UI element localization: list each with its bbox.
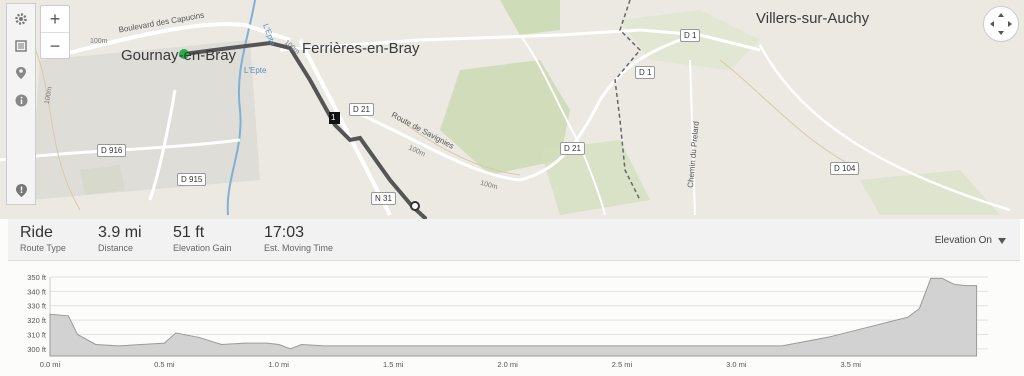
stat-distance: 3.9 mi Distance	[98, 224, 142, 254]
x-tick-label: 0.5 mi	[154, 360, 175, 369]
x-tick-label: 3.0 mi	[726, 360, 747, 369]
y-tick-label: 320 ft	[27, 316, 47, 325]
y-tick-label: 330 ft	[27, 302, 47, 311]
map-toolbar	[6, 3, 36, 205]
y-axis: 350 ft 340 ft 330 ft 320 ft 310 ft 300 ft	[27, 273, 47, 354]
x-tick-label: 2.5 mi	[612, 360, 633, 369]
x-axis: 0.0 mi 0.5 mi 1.0 mi 1.5 mi 2.0 mi 2.5 mi 3.0 …	[40, 360, 861, 369]
location-icon[interactable]	[7, 62, 35, 84]
caret-down-icon	[998, 237, 1006, 244]
route-type-label: Route Type	[20, 243, 66, 253]
x-tick-label: 2.0 mi	[497, 360, 518, 369]
distance-label: Distance	[98, 243, 134, 253]
contour-label: 100m	[90, 38, 108, 45]
info-icon[interactable]	[7, 89, 35, 111]
elevation-toggle[interactable]: Elevation On	[935, 235, 1006, 246]
road-shield: D 1	[680, 29, 701, 42]
pan-control-button[interactable]	[983, 6, 1019, 42]
road-shield: D 21	[349, 103, 374, 116]
town-label-gournay: Gournay-en-Bray	[121, 47, 237, 64]
y-tick-label: 350 ft	[27, 273, 47, 282]
stat-elevation-gain: 51 ft Elevation Gain	[173, 224, 232, 254]
x-tick-label: 1.5 mi	[383, 360, 404, 369]
distance-value: 3.9 mi	[98, 224, 142, 241]
elevation-gain-value: 51 ft	[173, 224, 205, 241]
elevation-area	[49, 277, 978, 357]
road-shield: D 916	[97, 144, 127, 157]
road-shield: N 31	[371, 192, 396, 205]
road-shield: D 21	[560, 142, 585, 155]
move-arrows-icon	[990, 13, 1012, 35]
route-type-value: Ride	[20, 224, 53, 241]
moving-time-value: 17:03	[264, 224, 305, 241]
zoom-in-button[interactable]: +	[41, 6, 69, 33]
elevation-toggle-label: Elevation On	[934, 235, 992, 246]
waypoint-marker[interactable]: 1	[331, 113, 335, 122]
stat-route-type: Ride Route Type	[20, 224, 66, 254]
town-label-villers: Villers-sur-Auchy	[756, 10, 870, 27]
elevation-gain-label: Elevation Gain	[173, 243, 232, 253]
zoom-control: + −	[40, 5, 70, 59]
road-shield: D 104	[830, 162, 860, 175]
y-tick-label: 300 ft	[27, 345, 47, 354]
stat-moving-time: 17:03 Est. Moving Time	[264, 224, 333, 254]
x-tick-label: 1.0 mi	[269, 360, 290, 369]
elevation-chart[interactable]: 350 ft 340 ft 330 ft 320 ft 310 ft 300 ft 0.0…	[0, 262, 1024, 376]
gear-icon[interactable]	[7, 8, 35, 30]
y-tick-label: 340 ft	[27, 287, 47, 296]
zoom-out-button[interactable]: −	[41, 33, 69, 59]
x-tick-label: 0.0 mi	[40, 360, 61, 369]
list-icon[interactable]	[7, 35, 35, 57]
road-shield: D 915	[177, 173, 207, 186]
moving-time-label: Est. Moving Time	[264, 243, 334, 253]
river-label-tepte: L'Epte	[244, 66, 267, 75]
road-shield: D 1	[635, 66, 656, 79]
x-tick-label: 3.5 mi	[841, 360, 862, 369]
town-label-ferrieres: Ferrières-en-Bray	[302, 40, 420, 57]
y-tick-label: 310 ft	[27, 330, 47, 339]
route-stats-bar: Ride Route Type 3.9 mi Distance 51 ft El…	[8, 219, 1020, 261]
alert-icon[interactable]	[7, 179, 35, 201]
